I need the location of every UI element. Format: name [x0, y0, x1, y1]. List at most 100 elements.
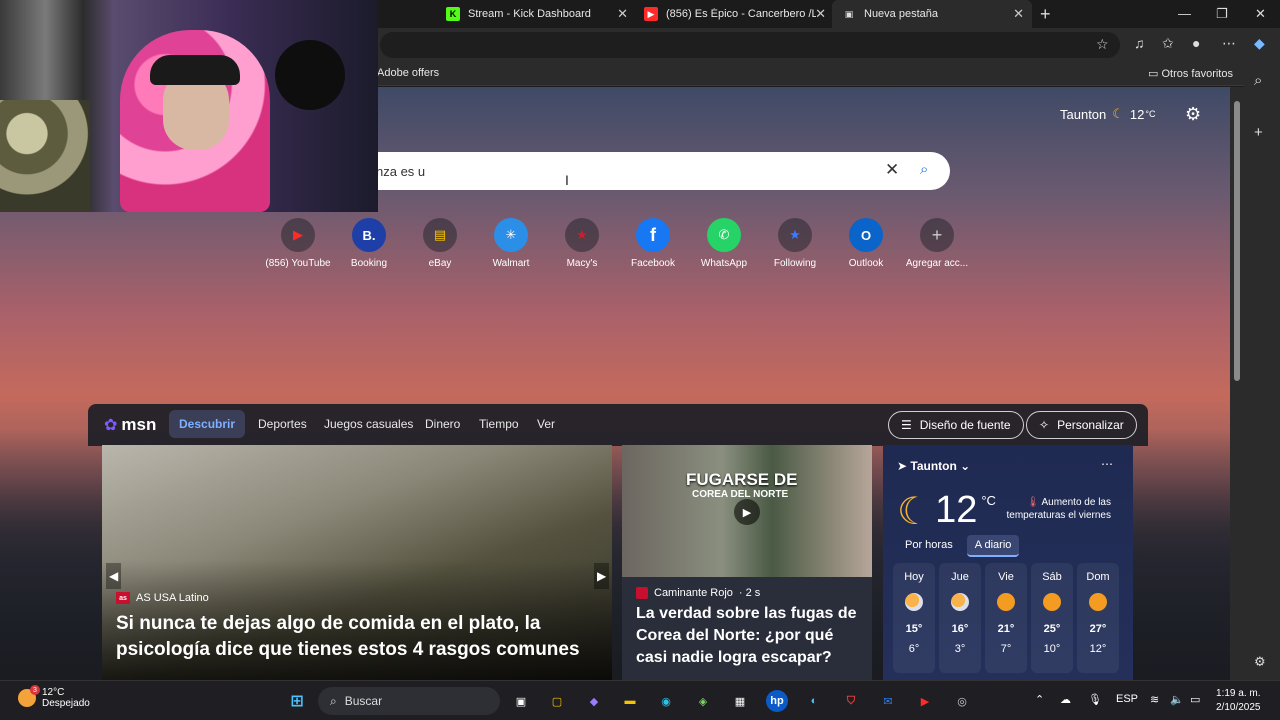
youtube-icon[interactable]: ▶: [914, 690, 936, 712]
edge-icon[interactable]: ◉: [655, 690, 677, 712]
temp-unit: °C: [981, 493, 996, 508]
widgets-icon[interactable]: ▢: [546, 690, 568, 712]
favorite-star-icon[interactable]: ☆: [1096, 36, 1109, 53]
system-clock[interactable]: 1:19 a. m. 2/10/2025: [1216, 687, 1261, 715]
new-tab-button[interactable]: +: [1040, 4, 1051, 25]
quick-link-facebook[interactable]: f Facebook: [617, 218, 689, 269]
play-icon[interactable]: ▶: [734, 499, 760, 525]
more-options-icon[interactable]: ⋯: [1101, 457, 1113, 471]
profile-avatar-icon[interactable]: ●: [1192, 35, 1200, 51]
copilot-icon[interactable]: ◆: [583, 690, 605, 712]
video-title[interactable]: La verdad sobre las fugas de Corea del N…: [636, 603, 866, 669]
minimize-icon[interactable]: —: [1178, 6, 1191, 21]
taskbar-search[interactable]: ⌕ Buscar: [318, 687, 500, 715]
app-layers-icon[interactable]: ◈: [692, 690, 714, 712]
tab-label: (856) Es Épico - Cancerbero /Letr: [666, 8, 816, 20]
volume-icon[interactable]: 🔈: [1170, 693, 1184, 706]
weather-card[interactable]: ➤ Taunton ⌄ ⋯ ☾ 12 °C 🌡 Aumento de las tem…: [883, 445, 1133, 680]
taskbar-weather[interactable]: 3 12°C Despejado: [18, 685, 90, 709]
thumb-subheadline: COREA DEL NORTE: [692, 489, 789, 500]
search-query[interactable]: nza es u: [376, 164, 425, 179]
search-icon[interactable]: ⌕: [1254, 72, 1262, 89]
day-low: 10°: [1043, 643, 1061, 655]
quick-link-whatsapp[interactable]: ✆ WhatsApp: [688, 218, 760, 269]
header-weather[interactable]: Taunton ☾ 12 °C: [1060, 106, 1156, 122]
quick-link-outlook[interactable]: O Outlook: [830, 218, 902, 269]
quick-link-walmart[interactable]: ✳ Walmart: [475, 218, 547, 269]
fav-other-favorites[interactable]: ▭ Otros favoritos: [1148, 67, 1233, 80]
file-explorer-icon[interactable]: ▬: [619, 690, 641, 712]
copilot-icon[interactable]: ◆: [1254, 35, 1265, 52]
page-scrollbar[interactable]: [1230, 87, 1244, 680]
show-hidden-icons[interactable]: ⌃: [1035, 693, 1044, 706]
article-card-video[interactable]: FUGARSE DE COREA DEL NORTE ▶ Caminante R…: [622, 445, 872, 680]
forecast-day[interactable]: Sáb 25° 10°: [1031, 563, 1073, 673]
task-view-icon[interactable]: ▣: [510, 690, 532, 712]
close-icon[interactable]: ✕: [617, 6, 628, 22]
tab-new[interactable]: ▣ Nueva pestaña ✕: [832, 0, 1032, 28]
maximize-icon[interactable]: ❐: [1216, 6, 1228, 22]
close-icon[interactable]: ✕: [1013, 6, 1024, 22]
nav-ver[interactable]: Ver: [537, 417, 555, 431]
hp-icon[interactable]: hp: [766, 690, 788, 712]
quick-link-add[interactable]: + Agregar acc...: [901, 218, 973, 269]
quick-link-youtube[interactable]: ▶ (856) YouTube: [262, 218, 334, 269]
clear-search-icon[interactable]: ✕: [885, 160, 899, 180]
search-icon[interactable]: ⌕: [920, 161, 928, 178]
quick-link-following[interactable]: ★ Following: [759, 218, 831, 269]
nav-dinero[interactable]: Dinero: [425, 417, 460, 431]
quick-link-booking[interactable]: B. Booking: [333, 218, 405, 269]
weather-alert[interactable]: 🌡 Aumento de las temperaturas el viernes: [1001, 496, 1112, 522]
language-indicator[interactable]: ESP: [1116, 693, 1138, 705]
microphone-icon[interactable]: 🎙: [1088, 693, 1102, 706]
wifi-icon[interactable]: ≋: [1150, 693, 1159, 706]
forecast-day[interactable]: Hoy 15° 6°: [893, 563, 935, 673]
chrome-icon[interactable]: ◐: [803, 690, 825, 712]
font-design-button[interactable]: ☰ Diseño de fuente: [888, 411, 1024, 439]
tab-hourly[interactable]: Por horas: [897, 535, 961, 557]
address-bar[interactable]: ☆: [380, 32, 1120, 58]
article-title[interactable]: Si nunca te dejas algo de comida en el p…: [116, 611, 596, 663]
article-card-main[interactable]: ◀ ▶ as AS USA Latino Si nunca te dejas al…: [102, 445, 612, 680]
video-thumbnail[interactable]: FUGARSE DE COREA DEL NORTE ▶: [622, 445, 872, 577]
nav-descubrir[interactable]: Descubrir: [169, 410, 246, 438]
outlook-icon[interactable]: ✉: [877, 690, 899, 712]
nav-deportes[interactable]: Deportes: [258, 417, 307, 431]
read-aloud-icon[interactable]: ♫: [1134, 35, 1145, 51]
web-search-box[interactable]: nza es u ✕ ⌕: [340, 152, 950, 190]
day-high: 21°: [997, 623, 1015, 635]
quick-link-ebay[interactable]: ▤ eBay: [404, 218, 476, 269]
nav-tiempo[interactable]: Tiempo: [479, 417, 519, 431]
forecast-day[interactable]: Vie 21° 7°: [985, 563, 1027, 673]
settings-icon[interactable]: ⚙: [1254, 654, 1266, 670]
personalize-button[interactable]: ✧ Personalizar: [1026, 411, 1137, 439]
as-logo-icon: as: [116, 592, 130, 604]
mcafee-icon[interactable]: ⛉: [840, 690, 862, 712]
fav-adobe-offers[interactable]: Adobe offers: [377, 67, 439, 79]
tab-youtube[interactable]: ▶ (856) Es Épico - Cancerbero /Letr ✕: [634, 0, 834, 28]
prev-arrow-icon[interactable]: ◀: [106, 563, 122, 589]
obs-icon[interactable]: ◎: [951, 690, 973, 712]
msn-logo[interactable]: ✿ msn: [104, 415, 156, 435]
add-icon[interactable]: +: [1254, 124, 1263, 141]
tab-daily[interactable]: A diario: [966, 535, 1020, 557]
scrollbar-thumb[interactable]: [1234, 101, 1240, 381]
store-icon[interactable]: ▦: [729, 690, 751, 712]
taskbar-temp: 12°C: [42, 687, 65, 698]
tab-kick[interactable]: K Stream - Kick Dashboard ✕: [436, 0, 636, 28]
next-arrow-icon[interactable]: ▶: [594, 563, 610, 589]
page-settings-icon[interactable]: ⚙: [1185, 104, 1201, 125]
battery-icon[interactable]: ▭: [1190, 693, 1200, 706]
quick-link-macys[interactable]: ★ Macy's: [546, 218, 618, 269]
forecast-day[interactable]: Jue 16° 3°: [939, 563, 981, 673]
onedrive-icon[interactable]: ☁: [1060, 693, 1071, 706]
close-window-icon[interactable]: ✕: [1255, 6, 1266, 22]
more-menu-icon[interactable]: ⋯: [1222, 35, 1236, 52]
weather-location[interactable]: ➤ Taunton ⌄: [897, 459, 970, 473]
nav-juegos[interactable]: Juegos casuales: [324, 417, 413, 431]
day-low: 3°: [954, 643, 966, 655]
windows-start-icon[interactable]: ⊞: [286, 690, 308, 712]
favorites-icon[interactable]: ✩: [1162, 35, 1174, 52]
close-icon[interactable]: ✕: [815, 6, 826, 22]
forecast-day[interactable]: Dom 27° 12°: [1077, 563, 1119, 673]
